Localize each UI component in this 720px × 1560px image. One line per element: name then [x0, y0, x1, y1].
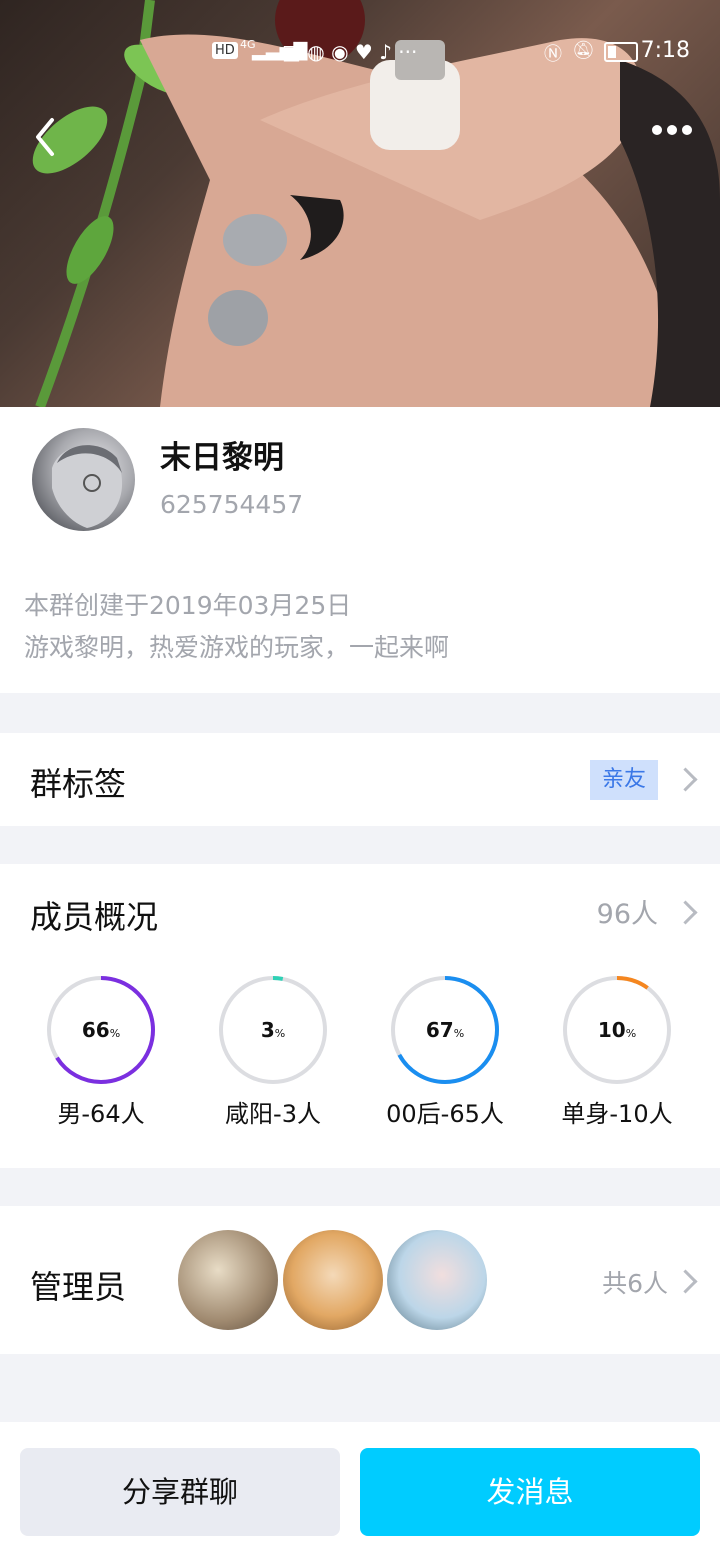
more-icon[interactable] [652, 120, 698, 150]
member-overview-title: 成员概况 [30, 898, 159, 936]
battery-icon [604, 42, 638, 62]
stat-percent: 66% [81, 1018, 121, 1042]
group-tag-row[interactable]: 群标签 亲友 [0, 733, 720, 826]
group-name: 末日黎明 [160, 440, 284, 476]
stat-label: 00后-65人 [386, 1100, 504, 1128]
group-cover-photo: HD 4G ▂▃▅▇ ▣ ◍ ◉ ♥ ♪ ··· Ⓝ 🔕︎ 7:18 [0, 0, 720, 407]
share-group-button[interactable]: 分享群聊 [20, 1448, 340, 1536]
stat-percent: 67% [425, 1018, 465, 1042]
member-overview-section: 成员概况 96人 66% 男-64人 3% 咸阳-3人 67% 00后-65人 … [0, 864, 720, 1168]
chevron-right-icon[interactable] [673, 900, 698, 925]
admin-avatar[interactable] [283, 1230, 383, 1330]
app-notification-icons: ▣ ◍ ◉ ♥ ♪ ··· [282, 40, 418, 64]
admin-avatar[interactable] [178, 1230, 278, 1330]
member-count[interactable]: 96人 [597, 892, 658, 931]
stat-percent: 10% [597, 1018, 637, 1042]
admin-title: 管理员 [30, 1268, 127, 1306]
group-tag-title: 群标签 [30, 765, 127, 803]
group-tag-badge: 亲友 [590, 760, 658, 800]
group-description: 游戏黎明，热爱游戏的玩家，一起来啊 [24, 633, 450, 662]
status-bar: HD 4G ▂▃▅▇ ▣ ◍ ◉ ♥ ♪ ··· Ⓝ 🔕︎ 7:18 [0, 30, 720, 74]
admin-avatar[interactable] [387, 1230, 487, 1330]
group-created-date: 本群创建于2019年03月25日 [24, 591, 352, 620]
stat-label: 男-64人 [57, 1100, 145, 1128]
admin-total: 共6人 [602, 1269, 668, 1298]
send-message-button[interactable]: 发消息 [360, 1448, 700, 1536]
member-stat: 67% 00后-65人 [380, 974, 510, 1129]
back-icon[interactable] [30, 112, 70, 162]
action-bar: 分享群聊 发消息 [0, 1422, 720, 1560]
member-stat: 3% 咸阳-3人 [208, 974, 338, 1129]
chevron-right-icon [673, 767, 698, 792]
stat-percent: 3% [260, 1018, 286, 1042]
group-avatar[interactable] [32, 428, 135, 531]
admin-row[interactable]: 管理员 共6人 [0, 1206, 720, 1354]
stat-label: 咸阳-3人 [225, 1100, 321, 1128]
chevron-right-icon [673, 1269, 698, 1294]
hd-badge: HD [212, 42, 238, 59]
clock-time: 7:18 [640, 38, 690, 63]
group-id: 625754457 [160, 490, 304, 519]
mute-icon: 🔕︎ [572, 40, 595, 61]
member-stat: 10% 单身-10人 [552, 974, 682, 1129]
stat-label: 单身-10人 [561, 1100, 673, 1128]
member-stat: 66% 男-64人 [36, 974, 166, 1129]
nfc-icon: Ⓝ [544, 44, 562, 65]
